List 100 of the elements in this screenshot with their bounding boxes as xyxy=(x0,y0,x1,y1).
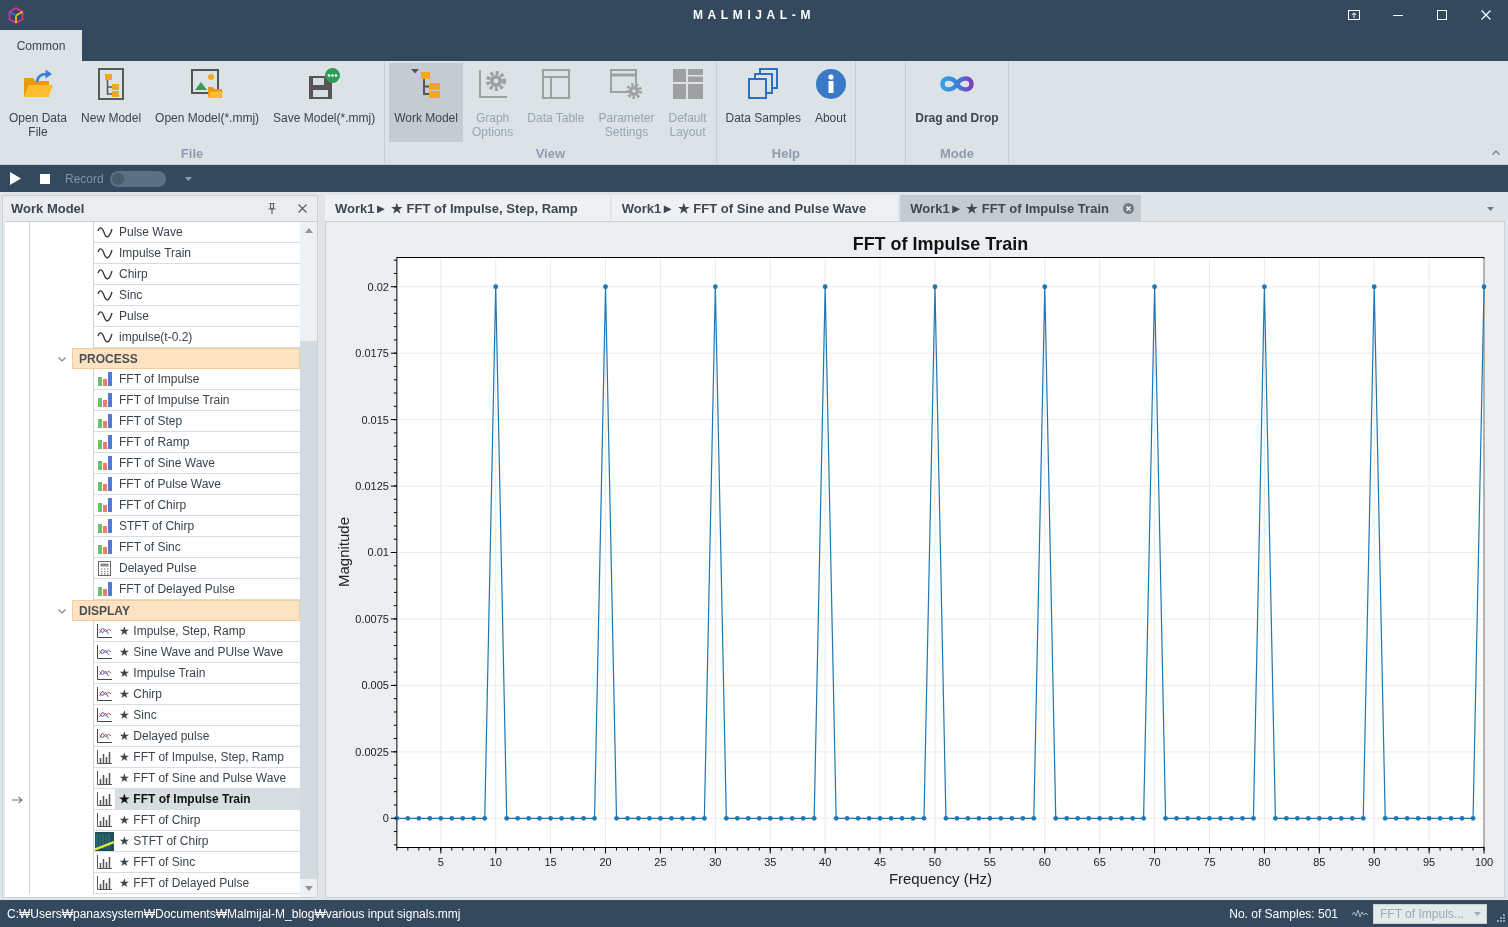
tree-item[interactable]: Pulse xyxy=(93,306,300,327)
tree-item[interactable]: Delayed Pulse xyxy=(93,558,300,579)
data-point xyxy=(1437,815,1443,821)
close-icon[interactable] xyxy=(298,204,307,213)
tree-item[interactable]: ★ Impulse, Step, Ramp xyxy=(93,621,300,642)
y-tick-label: 0.01 xyxy=(367,546,389,559)
bar-chart-icon xyxy=(97,792,112,806)
y-tick-label: 0.02 xyxy=(367,280,389,293)
tree-item[interactable]: ★ FFT of Impulse, Step, Ramp xyxy=(93,747,300,768)
data-point xyxy=(449,815,455,821)
tree-item[interactable]: ★ FFT of Impulse Train xyxy=(93,789,300,810)
ribbon-button[interactable]: New Model xyxy=(76,63,147,142)
wave-icon xyxy=(96,225,113,239)
tree-item[interactable]: FFT of Step xyxy=(93,411,300,432)
ribbon-group-label: View xyxy=(534,144,566,163)
tree-item[interactable]: impulse(t-0.2) xyxy=(93,327,300,348)
data-point xyxy=(844,815,850,821)
tree-group-header[interactable]: PROCESS xyxy=(72,348,300,369)
x-tick-label: 10 xyxy=(489,856,502,869)
minimize-icon[interactable] xyxy=(1393,14,1403,16)
tree-item[interactable]: FFT of Chirp xyxy=(93,495,300,516)
tree-item[interactable]: Impulse Train xyxy=(93,243,300,264)
tree-item[interactable]: ★ Sine Wave and PUlse Wave xyxy=(93,642,300,663)
data-point xyxy=(1086,815,1092,821)
record-toggle[interactable] xyxy=(109,170,166,187)
scroll-down-icon[interactable] xyxy=(304,886,313,891)
tree-group-header[interactable]: DISPLAY xyxy=(72,600,300,621)
data-point xyxy=(471,815,477,821)
data-point xyxy=(603,284,608,290)
tree-item[interactable]: FFT of Sine Wave xyxy=(93,453,300,474)
wave-icon xyxy=(96,267,113,281)
tree-item[interactable]: FFT of Sinc xyxy=(93,537,300,558)
data-point xyxy=(405,815,411,821)
x-tick-label: 60 xyxy=(1038,856,1051,869)
document-tab[interactable]: Work1► ★ FFT of Impulse, Step, Ramp xyxy=(325,195,610,221)
scroll-up-icon[interactable] xyxy=(304,228,313,233)
line-chart-icon xyxy=(97,645,112,659)
data-point xyxy=(1185,815,1190,821)
tree-item[interactable]: FFT of Ramp xyxy=(93,432,300,453)
data-point xyxy=(1316,815,1322,821)
data-point xyxy=(1382,815,1388,821)
ribbon-button[interactable]: Work Model xyxy=(389,63,463,142)
caret-down-icon[interactable] xyxy=(184,176,192,181)
tree-item[interactable]: ★ FFT of Chirp xyxy=(93,810,300,831)
document-tab[interactable]: Work1► ★ FFT of Impulse Train xyxy=(900,195,1141,221)
data-point xyxy=(767,815,773,821)
pin-icon[interactable] xyxy=(268,203,276,214)
data-point xyxy=(1152,284,1157,290)
data-point xyxy=(833,815,839,821)
tree-item[interactable]: ★ FFT of Sine and Pulse Wave xyxy=(93,768,300,789)
stop-icon[interactable] xyxy=(40,173,50,184)
chevron-down-icon[interactable] xyxy=(57,606,66,615)
floppy-disk-icon xyxy=(308,68,341,100)
ribbon-button[interactable]: Open Model(*.mmj) xyxy=(150,63,265,142)
document-tab[interactable]: Work1► ★ FFT of Sine and Pulse Wave xyxy=(611,195,899,221)
ribbon-button[interactable]: About xyxy=(809,63,852,142)
data-point xyxy=(954,815,960,821)
collapse-ribbon-icon[interactable] xyxy=(1492,150,1500,155)
data-point xyxy=(932,284,938,290)
tree-item[interactable]: Sinc xyxy=(93,285,300,306)
data-point xyxy=(811,815,817,821)
x-tick-label: 35 xyxy=(764,856,777,869)
tree-item[interactable]: ★ Chirp xyxy=(93,684,300,705)
ribbon-button[interactable]: Save Model(*.mmj) xyxy=(268,63,381,142)
chart-gear-icon xyxy=(477,69,508,99)
tree-item[interactable]: ★ FFT of Sinc xyxy=(93,852,300,873)
tree-item[interactable]: Chirp xyxy=(93,264,300,285)
data-point xyxy=(482,815,488,821)
y-tick-label: 0.005 xyxy=(361,679,389,692)
tree-item[interactable]: ★ Delayed pulse xyxy=(93,726,300,747)
data-point xyxy=(1020,815,1026,821)
bar-chart-icon xyxy=(97,540,112,554)
tree-item[interactable]: Pulse Wave xyxy=(93,222,300,243)
tree-item[interactable]: ★ STFT of Chirp xyxy=(93,831,300,852)
bar-chart-icon xyxy=(97,435,112,449)
ribbon-button[interactable]: Open Data File xyxy=(4,63,73,142)
scrollbar[interactable] xyxy=(300,222,317,897)
chevron-down-icon[interactable] xyxy=(57,354,66,363)
data-point xyxy=(1042,284,1048,290)
resize-grip-icon[interactable] xyxy=(1496,913,1505,922)
maximize-icon[interactable] xyxy=(1437,10,1447,20)
play-icon[interactable] xyxy=(10,172,21,185)
tree-item[interactable]: ★ Sinc xyxy=(93,705,300,726)
tree-item[interactable]: FFT of Pulse Wave xyxy=(93,474,300,495)
ribbon-tab[interactable]: Common xyxy=(0,30,82,61)
ribbon-group-label: Help xyxy=(770,144,801,163)
caret-down-icon[interactable] xyxy=(1487,206,1494,211)
ribbon-button[interactable]: Drag and Drop xyxy=(910,63,1004,142)
tree-item[interactable]: STFT of Chirp xyxy=(93,516,300,537)
tree-item[interactable]: FFT of Delayed Pulse xyxy=(93,579,300,600)
x-tick-label: 80 xyxy=(1258,856,1271,869)
ribbon-button[interactable]: Data Samples xyxy=(720,63,806,142)
close-icon[interactable] xyxy=(1122,202,1134,214)
wave-icon xyxy=(96,330,113,344)
window-restore-icon[interactable] xyxy=(1348,10,1360,20)
tree-item[interactable]: ★ Impulse Train xyxy=(93,663,300,684)
scrollbar-thumb[interactable] xyxy=(300,341,317,879)
tree-item[interactable]: FFT of Impulse Train xyxy=(93,390,300,411)
tree-item[interactable]: ★ FFT of Delayed Pulse xyxy=(93,873,300,894)
tree-item[interactable]: FFT of Impulse xyxy=(93,369,300,390)
